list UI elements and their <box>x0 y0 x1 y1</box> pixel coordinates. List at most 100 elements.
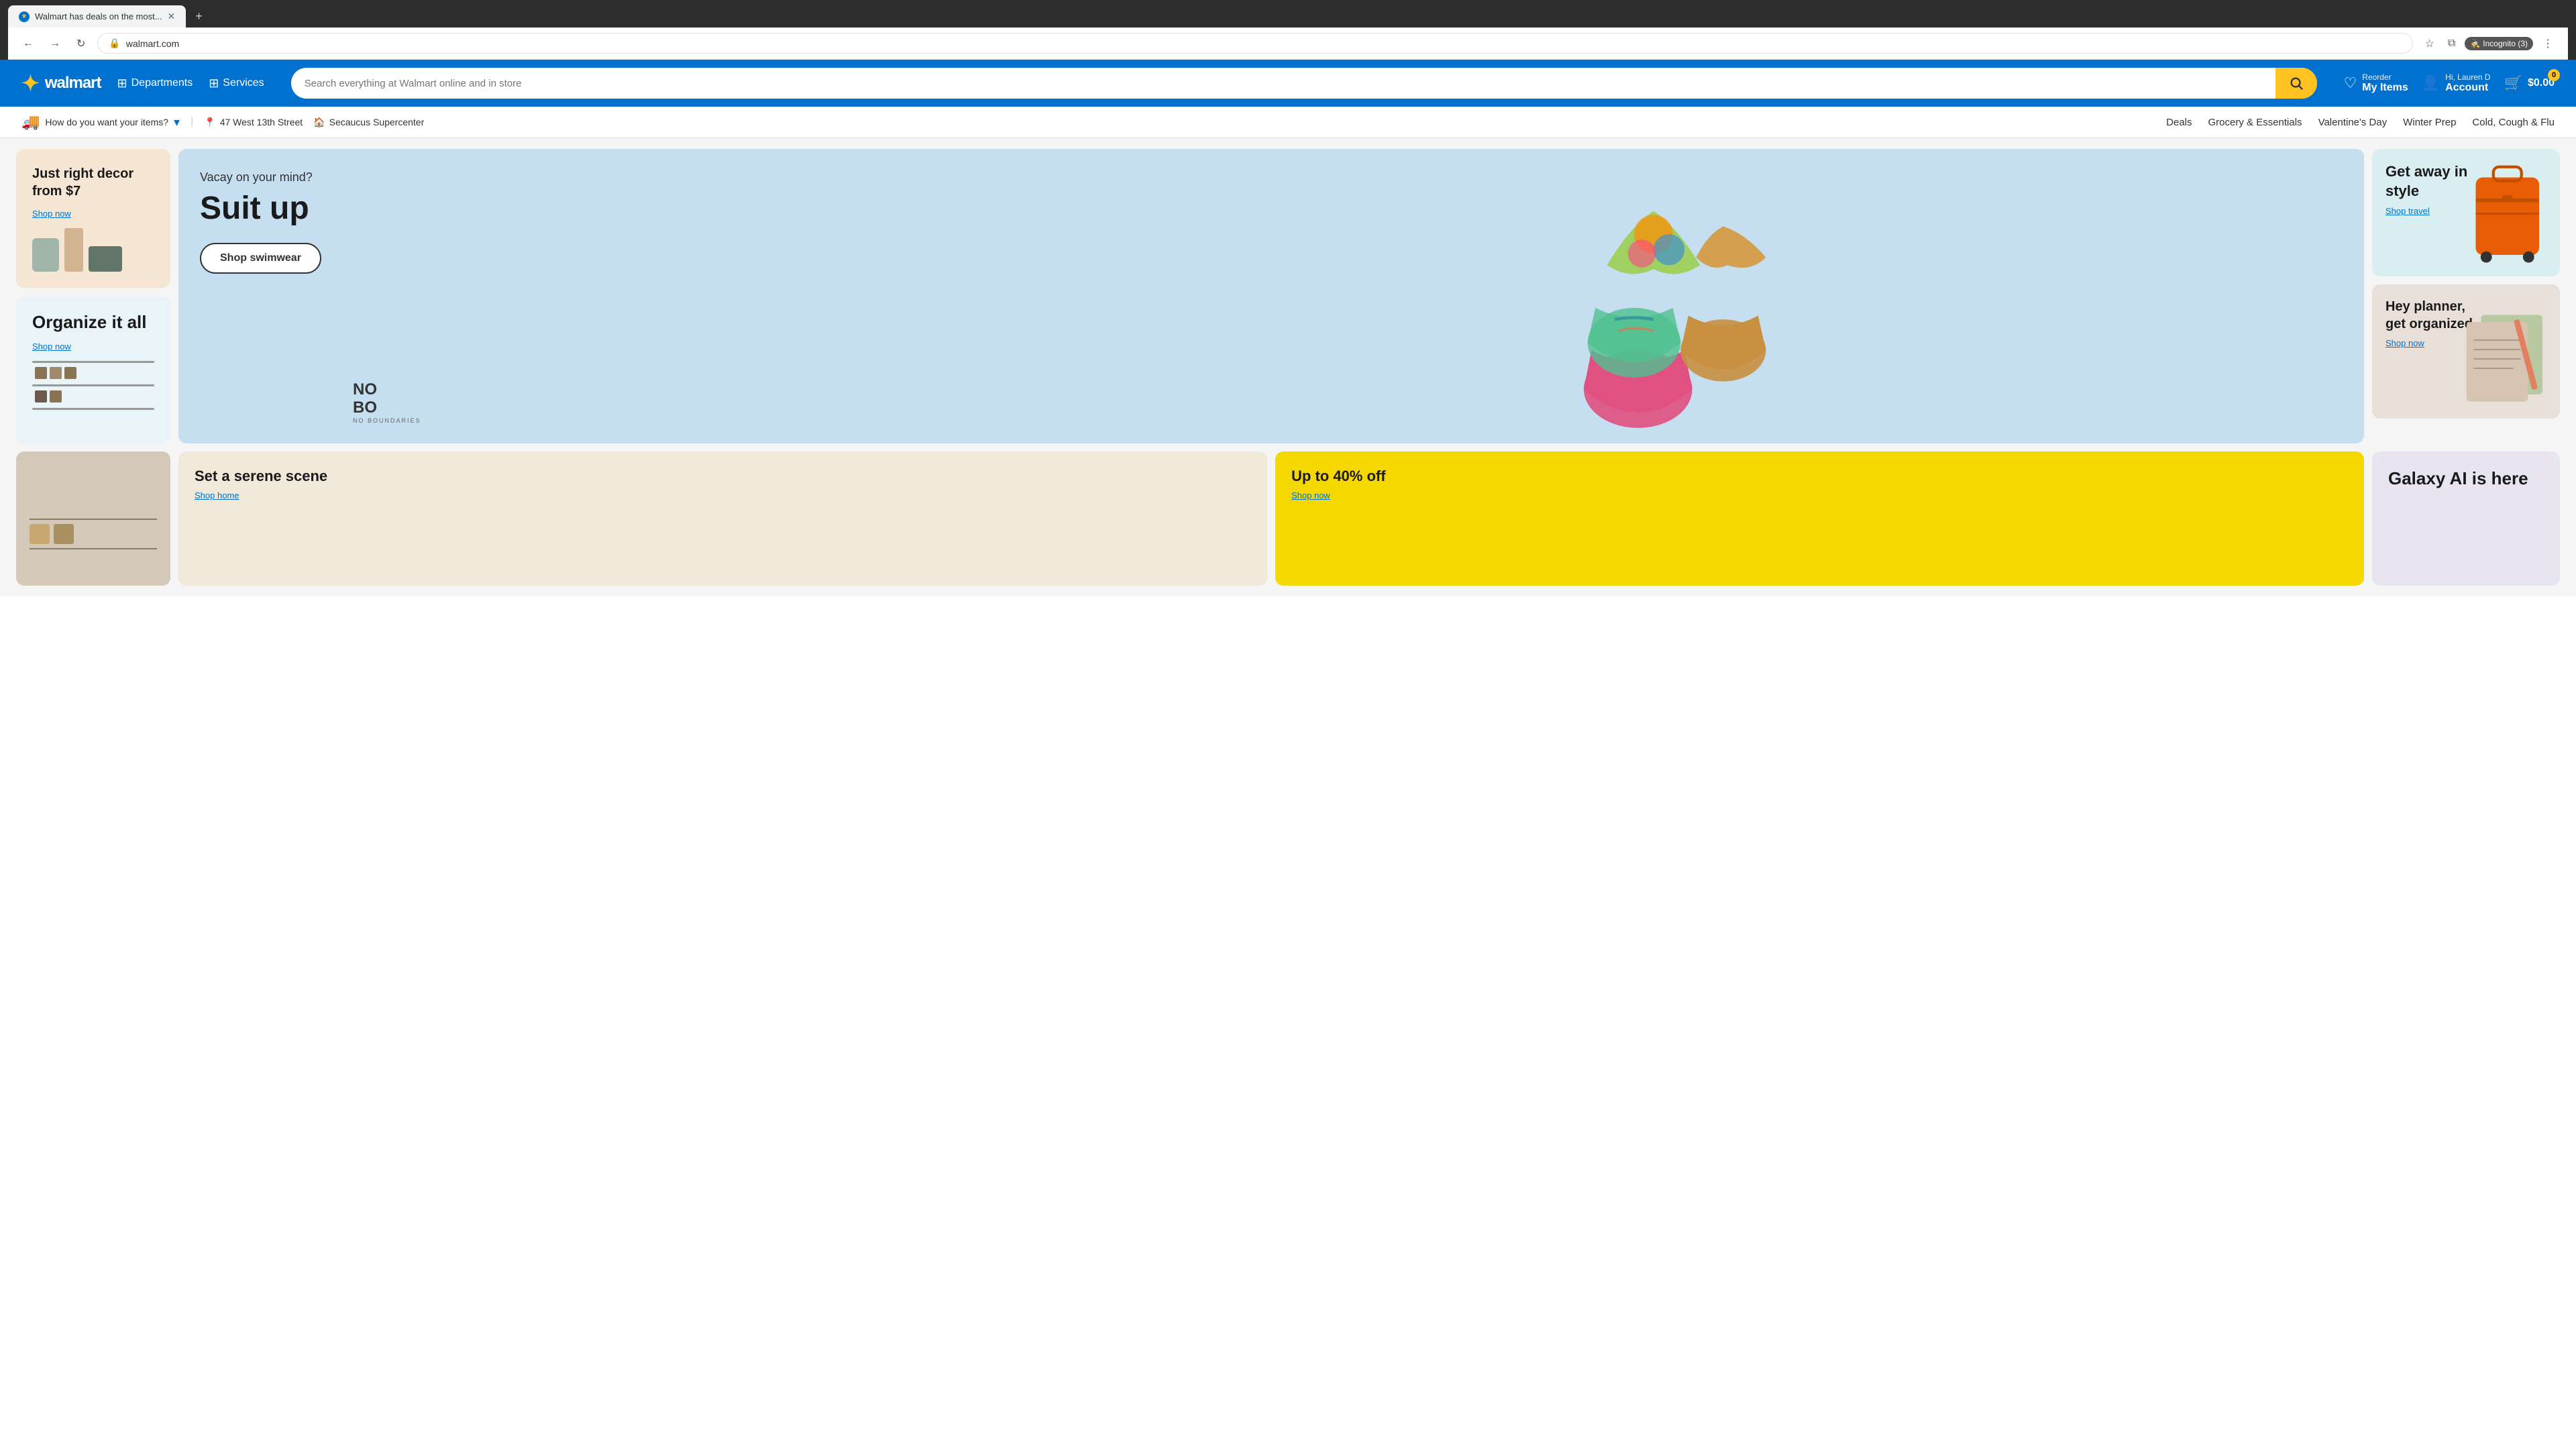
decor-item-candle <box>64 228 83 272</box>
account-text: Hi, Lauren D Account <box>2445 72 2490 94</box>
menu-button[interactable]: ⋮ <box>2538 34 2557 53</box>
brand-logo: NO BO NO BOUNDARIES <box>353 381 421 425</box>
cart-badge: 0 <box>2548 69 2560 81</box>
account-small-text: Hi, Lauren D <box>2445 72 2490 82</box>
address-text: 47 West 13th Street <box>220 117 303 127</box>
account-icon: 👤 <box>2422 74 2440 92</box>
brand-logo-text: NO <box>353 381 421 398</box>
search-input[interactable] <box>291 70 2275 97</box>
shoe-item <box>64 367 76 379</box>
shoe-row-2 <box>32 390 154 404</box>
decor-item-vessel <box>89 246 122 272</box>
cart-icon: 🛒 <box>2504 74 2522 92</box>
bookmark-button[interactable]: ☆ <box>2421 34 2438 53</box>
shelved-items <box>30 524 157 544</box>
galaxy-card-title: Galaxy AI is here <box>2388 468 2544 490</box>
walmart-logo[interactable]: ✦ walmart <box>21 70 101 96</box>
search-button[interactable] <box>2275 68 2317 99</box>
scene-card: Set a serene scene Shop home <box>178 451 1267 586</box>
nav-item-grocery[interactable]: Grocery & Essentials <box>2208 117 2302 128</box>
galaxy-card: Galaxy AI is here <box>2372 451 2560 586</box>
browser-chrome: ★ Walmart has deals on the most... ✕ + ←… <box>0 0 2576 60</box>
hero-grid: Just right decor from $7 Shop now Organi… <box>16 149 2560 443</box>
store-house-icon: 🏠 <box>313 117 325 128</box>
organize-card: Organize it all Shop now <box>16 296 170 443</box>
services-nav[interactable]: ⊞ Services <box>209 76 264 91</box>
store-info[interactable]: 🏠 Secaucus Supercenter <box>313 117 424 128</box>
hero-subtitle: Vacay on your mind? <box>200 170 321 184</box>
planner-visual <box>2459 305 2553 412</box>
bottom-grid: Set a serene scene Shop home Up to 40% o… <box>16 451 2560 586</box>
shoe-item <box>50 367 62 379</box>
decor-shop-link[interactable]: Shop now <box>32 209 71 219</box>
tab-close-button[interactable]: ✕ <box>168 11 176 22</box>
hero-image-area <box>943 149 2364 443</box>
cart-button[interactable]: 🛒 0 $0.00 <box>2504 74 2555 92</box>
organize-bottom-card <box>16 451 170 586</box>
notebook-svg <box>2459 305 2553 412</box>
tab-title: Walmart has deals on the most... <box>35 11 162 21</box>
hero-banner: Vacay on your mind? Suit up Shop swimwea… <box>178 149 2364 443</box>
discount-card: Up to 40% off Shop now <box>1275 451 2364 586</box>
new-tab-button[interactable]: + <box>190 7 208 26</box>
shelf-1 <box>32 361 154 363</box>
url-text: walmart.com <box>126 38 179 49</box>
delivery-truck-icon: 🚚 <box>21 113 40 131</box>
brand-logo-text-2: BO <box>353 399 421 417</box>
discount-shop-link[interactable]: Shop now <box>1291 490 2348 500</box>
reorder-small-text: Reorder <box>2362 72 2408 82</box>
active-tab[interactable]: ★ Walmart has deals on the most... ✕ <box>8 5 186 28</box>
tab-bar: ★ Walmart has deals on the most... ✕ + <box>8 5 2568 28</box>
incognito-badge: 🕵 Incognito (3) <box>2465 37 2533 50</box>
travel-card-title: Get away in style <box>2385 162 2474 201</box>
location-pin-icon: 📍 <box>204 117 215 128</box>
heart-icon: ♡ <box>2344 74 2357 92</box>
account-large-text: Account <box>2445 82 2490 94</box>
search-bar <box>291 68 2317 99</box>
account-button[interactable]: 👤 Hi, Lauren D Account <box>2422 72 2491 94</box>
shoe-rack-visual <box>32 361 154 410</box>
split-view-button[interactable]: ⧉ <box>2444 35 2459 52</box>
url-bar[interactable]: 🔒 walmart.com <box>97 33 2412 54</box>
suitcase-svg <box>2469 156 2553 270</box>
scene-shop-link[interactable]: Shop home <box>195 490 1251 500</box>
delivery-label: How do you want your items? <box>45 117 168 127</box>
shelf-2 <box>32 384 154 386</box>
tab-favicon: ★ <box>19 11 30 22</box>
header-nav-links: ⊞ Departments ⊞ Services <box>117 76 264 91</box>
nav-item-cold[interactable]: Cold, Cough & Flu <box>2472 117 2555 128</box>
address-info[interactable]: 📍 47 West 13th Street <box>204 117 303 128</box>
departments-label: Departments <box>131 77 193 89</box>
nav-item-deals[interactable]: Deals <box>2166 117 2192 128</box>
category-nav-menu: Deals Grocery & Essentials Valentine's D… <box>2166 117 2555 128</box>
travel-card: Get away in style Shop travel <box>2372 149 2560 276</box>
reorder-button[interactable]: ♡ Reorder My Items <box>2344 72 2408 94</box>
departments-nav[interactable]: ⊞ Departments <box>117 76 193 91</box>
shelf-visual-2 <box>30 548 157 549</box>
store-name: Secaucus Supercenter <box>329 117 425 127</box>
walmart-logo-text: walmart <box>45 74 101 93</box>
left-cards-column: Just right decor from $7 Shop now Organi… <box>16 149 170 443</box>
refresh-button[interactable]: ↻ <box>72 34 89 53</box>
reorder-large-text: My Items <box>2362 82 2408 94</box>
nav-item-winter[interactable]: Winter Prep <box>2403 117 2456 128</box>
organize-shop-link[interactable]: Shop now <box>32 341 71 352</box>
discount-card-title: Up to 40% off <box>1291 468 2348 485</box>
decor-card-title: Just right decor from $7 <box>32 165 154 200</box>
hero-title: Suit up <box>200 190 321 227</box>
shelf-visual <box>30 519 157 520</box>
nav-item-valentines[interactable]: Valentine's Day <box>2318 117 2387 128</box>
delivery-selector[interactable]: 🚚 How do you want your items? ▾ <box>21 113 180 131</box>
walmart-header: ✦ walmart ⊞ Departments ⊞ Services ♡ Reo… <box>0 60 2576 107</box>
forward-button[interactable]: → <box>46 35 64 52</box>
back-button[interactable]: ← <box>19 35 38 52</box>
browser-actions: ☆ ⧉ 🕵 Incognito (3) ⋮ <box>2421 34 2557 53</box>
basket-item <box>30 524 50 544</box>
shoe-item <box>35 390 47 402</box>
decor-items-visual <box>32 228 154 272</box>
shoe-item <box>35 367 47 379</box>
services-label: Services <box>223 77 264 89</box>
brand-sub-text: NO BOUNDARIES <box>353 418 421 425</box>
shelf-3 <box>32 408 154 410</box>
hero-cta-button[interactable]: Shop swimwear <box>200 243 321 274</box>
